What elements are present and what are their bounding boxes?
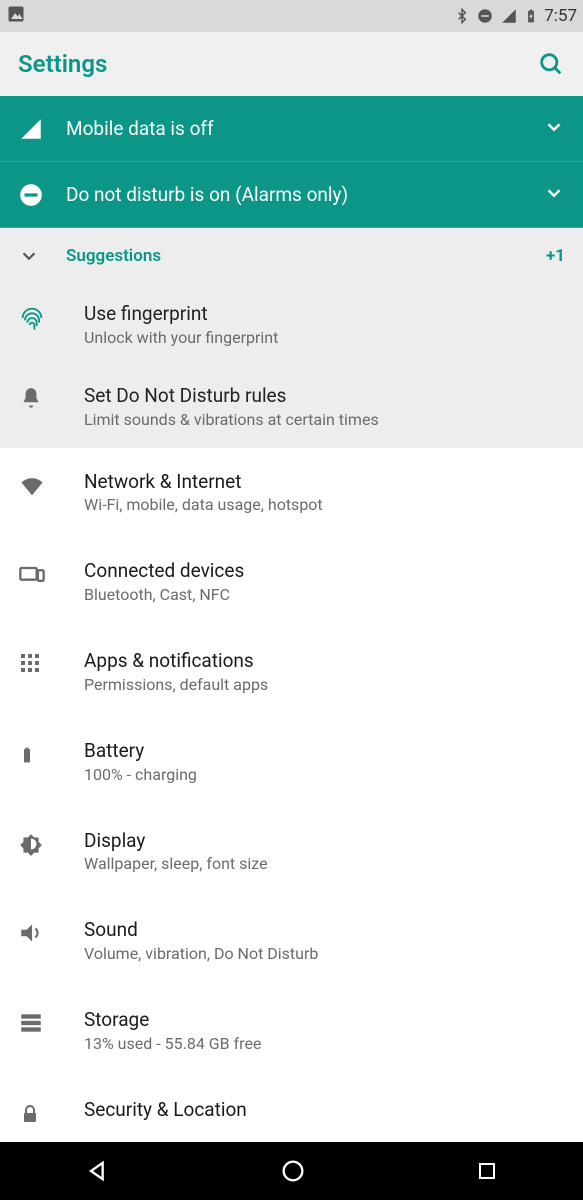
dnd-status-icon (476, 7, 494, 25)
setting-subtitle: Bluetooth, Cast, NFC (84, 585, 565, 605)
chevron-down-icon (543, 182, 565, 208)
setting-title: Network & Internet (84, 470, 565, 494)
brightness-icon (18, 829, 84, 857)
setting-subtitle: Permissions, default apps (84, 675, 565, 695)
suggestions-more-count: +1 (546, 246, 565, 266)
setting-title: Security & Location (84, 1098, 565, 1122)
setting-title: Battery (84, 739, 565, 763)
nav-recent-button[interactable] (475, 1159, 499, 1183)
search-button[interactable] (537, 50, 565, 78)
chevron-down-icon (543, 116, 565, 142)
suggestion-subtitle: Unlock with your fingerprint (84, 328, 565, 348)
fingerprint-icon (18, 302, 84, 332)
suggestions-section: Suggestions +1 Use fingerprint Unlock wi… (0, 228, 583, 448)
suggestions-header[interactable]: Suggestions +1 (0, 228, 583, 284)
setting-subtitle: 100% - charging (84, 765, 565, 785)
setting-battery[interactable]: Battery 100% - charging (0, 717, 583, 807)
volume-icon (18, 918, 84, 946)
bell-icon (18, 384, 84, 412)
battery-icon (18, 739, 84, 769)
setting-subtitle: 13% used - 55.84 GB free (84, 1034, 565, 1054)
setting-connected-devices[interactable]: Connected devices Bluetooth, Cast, NFC (0, 537, 583, 627)
setting-sound[interactable]: Sound Volume, vibration, Do Not Disturb (0, 896, 583, 986)
nav-back-button[interactable] (84, 1157, 112, 1185)
devices-icon (18, 559, 84, 589)
setting-title: Sound (84, 918, 565, 942)
wifi-icon (18, 470, 84, 500)
setting-display[interactable]: Display Wallpaper, sleep, font size (0, 807, 583, 897)
setting-title: Connected devices (84, 559, 565, 583)
suggestions-label: Suggestions (66, 246, 546, 266)
setting-title: Display (84, 829, 565, 853)
no-signal-icon (18, 116, 66, 142)
suggestion-subtitle: Limit sounds & vibrations at certain tim… (84, 410, 565, 430)
suggestion-dnd-rules[interactable]: Set Do Not Disturb rules Limit sounds & … (0, 366, 583, 448)
nav-home-button[interactable] (279, 1157, 307, 1185)
setting-subtitle: Volume, vibration, Do Not Disturb (84, 944, 565, 964)
image-notification-icon (6, 4, 26, 28)
setting-title: Apps & notifications (84, 649, 565, 673)
apps-grid-icon (18, 649, 84, 675)
dnd-icon (18, 182, 66, 208)
suggestion-fingerprint[interactable]: Use fingerprint Unlock with your fingerp… (0, 284, 583, 366)
setting-subtitle: Wallpaper, sleep, font size (84, 854, 565, 874)
setting-apps-notifications[interactable]: Apps & notifications Permissions, defaul… (0, 627, 583, 717)
settings-list: Network & Internet Wi-Fi, mobile, data u… (0, 448, 583, 1143)
setting-storage[interactable]: Storage 13% used - 55.84 GB free (0, 986, 583, 1076)
bluetooth-icon (454, 6, 470, 26)
page-title: Settings (18, 50, 107, 78)
chevron-down-icon (18, 245, 66, 267)
setting-security-location[interactable]: Security & Location (0, 1076, 583, 1132)
banner-text: Mobile data is off (66, 117, 543, 140)
banner-text: Do not disturb is on (Alarms only) (66, 183, 543, 206)
banner-mobile-data-off[interactable]: Mobile data is off (0, 96, 583, 162)
setting-subtitle: Wi-Fi, mobile, data usage, hotspot (84, 495, 565, 515)
suggestion-title: Use fingerprint (84, 302, 565, 326)
status-clock: 7:57 (544, 6, 577, 26)
battery-charging-icon (524, 6, 538, 26)
cell-signal-icon (500, 7, 518, 25)
app-bar: Settings (0, 32, 583, 96)
banner-dnd-on[interactable]: Do not disturb is on (Alarms only) (0, 162, 583, 228)
storage-icon (18, 1008, 84, 1036)
lock-icon (18, 1098, 84, 1128)
suggestion-title: Set Do Not Disturb rules (84, 384, 565, 408)
setting-network-internet[interactable]: Network & Internet Wi-Fi, mobile, data u… (0, 448, 583, 538)
navigation-bar (0, 1142, 583, 1200)
status-bar: 7:57 (0, 0, 583, 32)
setting-title: Storage (84, 1008, 565, 1032)
